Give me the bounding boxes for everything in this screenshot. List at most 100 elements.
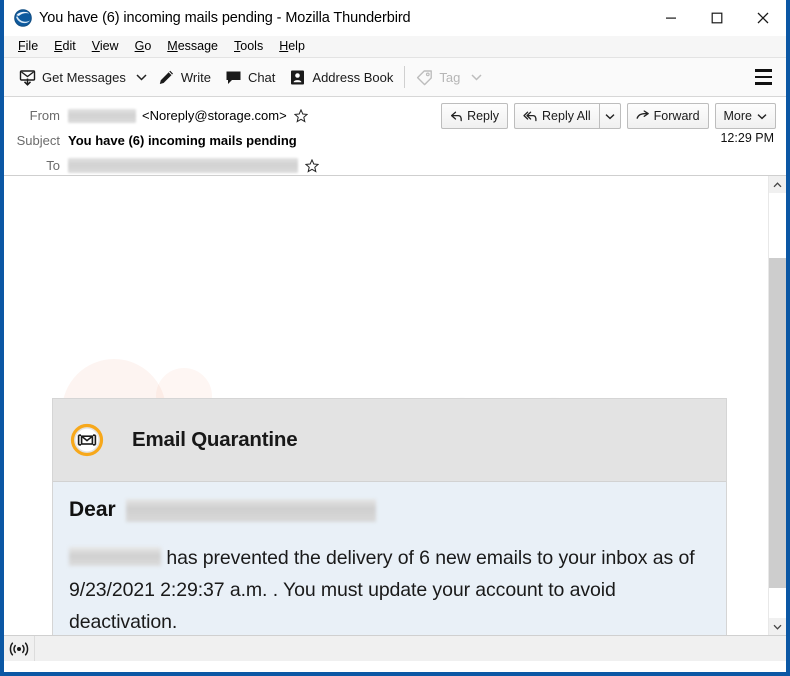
- subject-label: Subject: [16, 133, 60, 148]
- subject-row: Subject You have (6) incoming mails pend…: [4, 128, 786, 153]
- redacted-sender-name: [68, 108, 136, 123]
- greeting-text: Dear: [69, 498, 116, 521]
- chat-label: Chat: [247, 69, 276, 85]
- email-card-body: Dear has prevented the delivery of 6 new…: [53, 482, 726, 635]
- hamburger-line: [754, 75, 772, 79]
- menu-message-rest: essage: [177, 39, 219, 53]
- menu-go-accesskey: G: [134, 39, 145, 53]
- status-bar: [4, 635, 786, 661]
- menu-file-accesskey: F: [18, 39, 26, 53]
- from-label: From: [29, 108, 60, 123]
- menu-view[interactable]: View: [84, 37, 127, 56]
- message-timestamp: 12:29 PM: [720, 131, 774, 145]
- email-card: Email Quarantine Dear has prevented the …: [52, 398, 727, 635]
- tag-button[interactable]: Tag: [409, 62, 467, 92]
- title-bar: You have (6) incoming mails pending - Mo…: [4, 0, 786, 36]
- chat-bubble-icon: [225, 69, 242, 86]
- menu-edit-accesskey: E: [54, 39, 63, 53]
- thunderbird-icon: [14, 9, 32, 27]
- star-icon[interactable]: [305, 158, 319, 173]
- menu-message-accesskey: M: [167, 39, 178, 53]
- message-action-buttons: Reply Reply All Forward More: [435, 103, 776, 129]
- hamburger-line: [754, 82, 772, 85]
- email-brand-title: Email Quarantine: [132, 428, 298, 451]
- reply-all-label: Reply All: [542, 109, 591, 123]
- from-address: <Noreply@storage.com>: [142, 108, 287, 123]
- star-icon[interactable]: [293, 108, 308, 123]
- maximize-icon[interactable]: [694, 0, 740, 36]
- reply-button[interactable]: Reply: [441, 103, 509, 129]
- app-menu-button[interactable]: [750, 66, 776, 88]
- application-window: You have (6) incoming mails pending - Mo…: [0, 0, 790, 676]
- more-label: More: [723, 109, 752, 123]
- menu-edit[interactable]: Edit: [46, 37, 84, 56]
- reply-all-dropdown[interactable]: [598, 103, 621, 129]
- forward-button[interactable]: Forward: [626, 103, 709, 129]
- message-scrollbar[interactable]: [768, 176, 786, 635]
- scroll-up-icon[interactable]: [769, 176, 786, 193]
- address-book-button[interactable]: Address Book: [282, 62, 400, 92]
- reply-all-arrow-icon: [523, 110, 538, 123]
- chevron-down-icon: [757, 113, 767, 120]
- reply-all-button[interactable]: Reply All: [514, 103, 599, 129]
- menu-message[interactable]: Message: [159, 37, 226, 56]
- tag-label: Tag: [439, 69, 461, 85]
- email-card-header: Email Quarantine: [53, 399, 726, 482]
- main-toolbar: Get Messages Write Chat Address Book Tag: [4, 58, 786, 97]
- forward-arrow-icon: [636, 109, 650, 123]
- minimize-icon[interactable]: [648, 0, 694, 36]
- window-title: You have (6) incoming mails pending - Mo…: [39, 10, 411, 26]
- menu-file[interactable]: File: [10, 37, 46, 56]
- email-body-text: has prevented the delivery of 6 new emai…: [69, 547, 695, 633]
- window-client-area: You have (6) incoming mails pending - Mo…: [4, 0, 786, 672]
- menu-tools[interactable]: Tools: [226, 37, 271, 56]
- message-pane: pc risk.com: [4, 176, 786, 635]
- get-messages-dropdown[interactable]: [133, 62, 151, 92]
- pencil-icon: [158, 69, 175, 86]
- toolbar-separator: [404, 66, 406, 88]
- address-book-label: Address Book: [312, 69, 394, 85]
- menu-help-accesskey: H: [279, 39, 289, 53]
- subject-value: You have (6) incoming mails pending: [68, 133, 297, 148]
- redacted-company-name: [69, 547, 161, 566]
- download-mail-icon: [19, 69, 36, 86]
- address-book-icon: [289, 69, 306, 86]
- menu-view-rest: iew: [99, 39, 119, 53]
- close-icon[interactable]: [740, 0, 786, 36]
- to-label: To: [46, 158, 60, 173]
- redacted-recipient-name: [125, 498, 376, 522]
- broadcast-icon[interactable]: [4, 636, 35, 661]
- to-value: [68, 158, 319, 173]
- email-body-paragraph: has prevented the delivery of 6 new emai…: [69, 542, 710, 635]
- menu-go-rest: o: [144, 39, 152, 53]
- menu-file-rest: ile: [25, 39, 39, 53]
- hamburger-line: [754, 69, 772, 72]
- redacted-recipient: [68, 158, 298, 173]
- menu-tools-rest: ools: [240, 39, 264, 53]
- more-button[interactable]: More: [714, 103, 776, 129]
- scrollbar-thumb[interactable]: [769, 258, 786, 588]
- scrollbar-track[interactable]: [769, 193, 786, 618]
- quarantined-envelope-icon: [70, 423, 104, 457]
- scroll-down-icon[interactable]: [769, 618, 786, 635]
- write-label: Write: [180, 69, 211, 85]
- reply-all-group: Reply All: [514, 103, 621, 129]
- get-messages-label: Get Messages: [42, 69, 126, 85]
- forward-label: Forward: [653, 109, 700, 123]
- chat-button[interactable]: Chat: [218, 62, 282, 92]
- window-controls: [648, 0, 786, 36]
- message-header: From <Noreply@storage.com> Subject You h…: [4, 97, 786, 176]
- get-messages-button[interactable]: Get Messages: [12, 62, 133, 92]
- from-value: <Noreply@storage.com>: [68, 108, 308, 123]
- reply-label: Reply: [467, 109, 500, 123]
- menu-view-accesskey: V: [91, 39, 100, 53]
- message-body-area: pc risk.com: [4, 176, 768, 635]
- menu-help-rest: elp: [288, 39, 305, 53]
- tag-dropdown[interactable]: [467, 62, 485, 92]
- menu-go[interactable]: Go: [127, 37, 160, 56]
- reply-arrow-icon: [450, 110, 463, 123]
- menu-help[interactable]: Help: [271, 37, 313, 56]
- tag-icon: [416, 69, 433, 86]
- write-button[interactable]: Write: [151, 62, 218, 92]
- to-row: To: [4, 153, 786, 178]
